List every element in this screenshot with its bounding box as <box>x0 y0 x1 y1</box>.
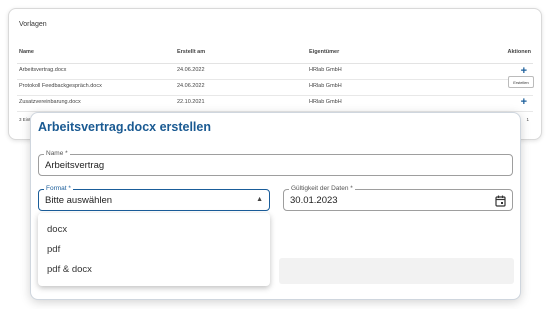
row-created: 24.06.2022 <box>177 83 205 89</box>
page-number[interactable]: 1 <box>526 117 529 122</box>
row-owner: HRlab GmbH <box>309 67 342 73</box>
name-label: Name * <box>44 149 70 158</box>
row-created: 22.10.2021 <box>177 99 205 105</box>
format-value[interactable]: Bitte auswählen <box>45 195 112 206</box>
row-name: Zusatzvereinbarung.docx <box>19 99 81 105</box>
create-document-dialog: Arbeitsvertrag.docx erstellen Name * Arb… <box>30 112 521 300</box>
table-header: Name Erstellt am Eigentümer Aktionen <box>9 49 541 63</box>
table-row[interactable]: Arbeitsvertrag.docx 24.06.2022 HRlab Gmb… <box>9 63 541 79</box>
row-name: Protokoll Feedbackgespräch.docx <box>19 83 102 89</box>
row-created: 24.06.2022 <box>177 67 205 73</box>
hidden-content-area <box>279 258 514 284</box>
col-owner[interactable]: Eigentümer <box>309 49 339 55</box>
table-row[interactable]: Protokoll Feedbackgespräch.docx 24.06.20… <box>9 79 541 95</box>
col-created[interactable]: Erstellt am <box>177 49 205 55</box>
col-name[interactable]: Name <box>19 49 34 55</box>
date-value[interactable]: 30.01.2023 <box>290 195 338 206</box>
row-owner: HRlab GmbH <box>309 99 342 105</box>
name-value[interactable]: Arbeitsvertrag <box>45 160 104 171</box>
table-row[interactable]: Zusatzvereinbarung.docx 22.10.2021 HRlab… <box>9 95 541 111</box>
templates-title: Vorlagen <box>19 21 47 28</box>
plus-icon[interactable]: + <box>521 97 527 108</box>
caret-up-icon[interactable]: ▲ <box>256 196 263 203</box>
calendar-icon[interactable] <box>495 194 506 212</box>
name-field[interactable]: Name * Arbeitsvertrag <box>38 149 513 176</box>
col-actions: Aktionen <box>507 49 531 55</box>
row-owner: HRlab GmbH <box>309 83 342 89</box>
format-dropdown: docx pdf pdf & docx <box>38 213 270 286</box>
row-name: Arbeitsvertrag.docx <box>19 67 67 73</box>
entry-count: 3 Eint <box>19 117 31 122</box>
validity-date-field[interactable]: Gültigkeit der Daten * 30.01.2023 <box>283 184 513 212</box>
format-label: Format * <box>44 184 73 193</box>
option-docx[interactable]: docx <box>47 224 67 235</box>
option-pdf-docx[interactable]: pdf & docx <box>47 264 92 275</box>
option-pdf[interactable]: pdf <box>47 244 60 255</box>
tooltip-create: Erstellen <box>508 76 534 88</box>
dialog-title: Arbeitsvertrag.docx erstellen <box>38 120 211 134</box>
date-label: Gültigkeit der Daten * <box>289 184 355 193</box>
format-select[interactable]: Format * Bitte auswählen ▲ <box>38 184 270 211</box>
